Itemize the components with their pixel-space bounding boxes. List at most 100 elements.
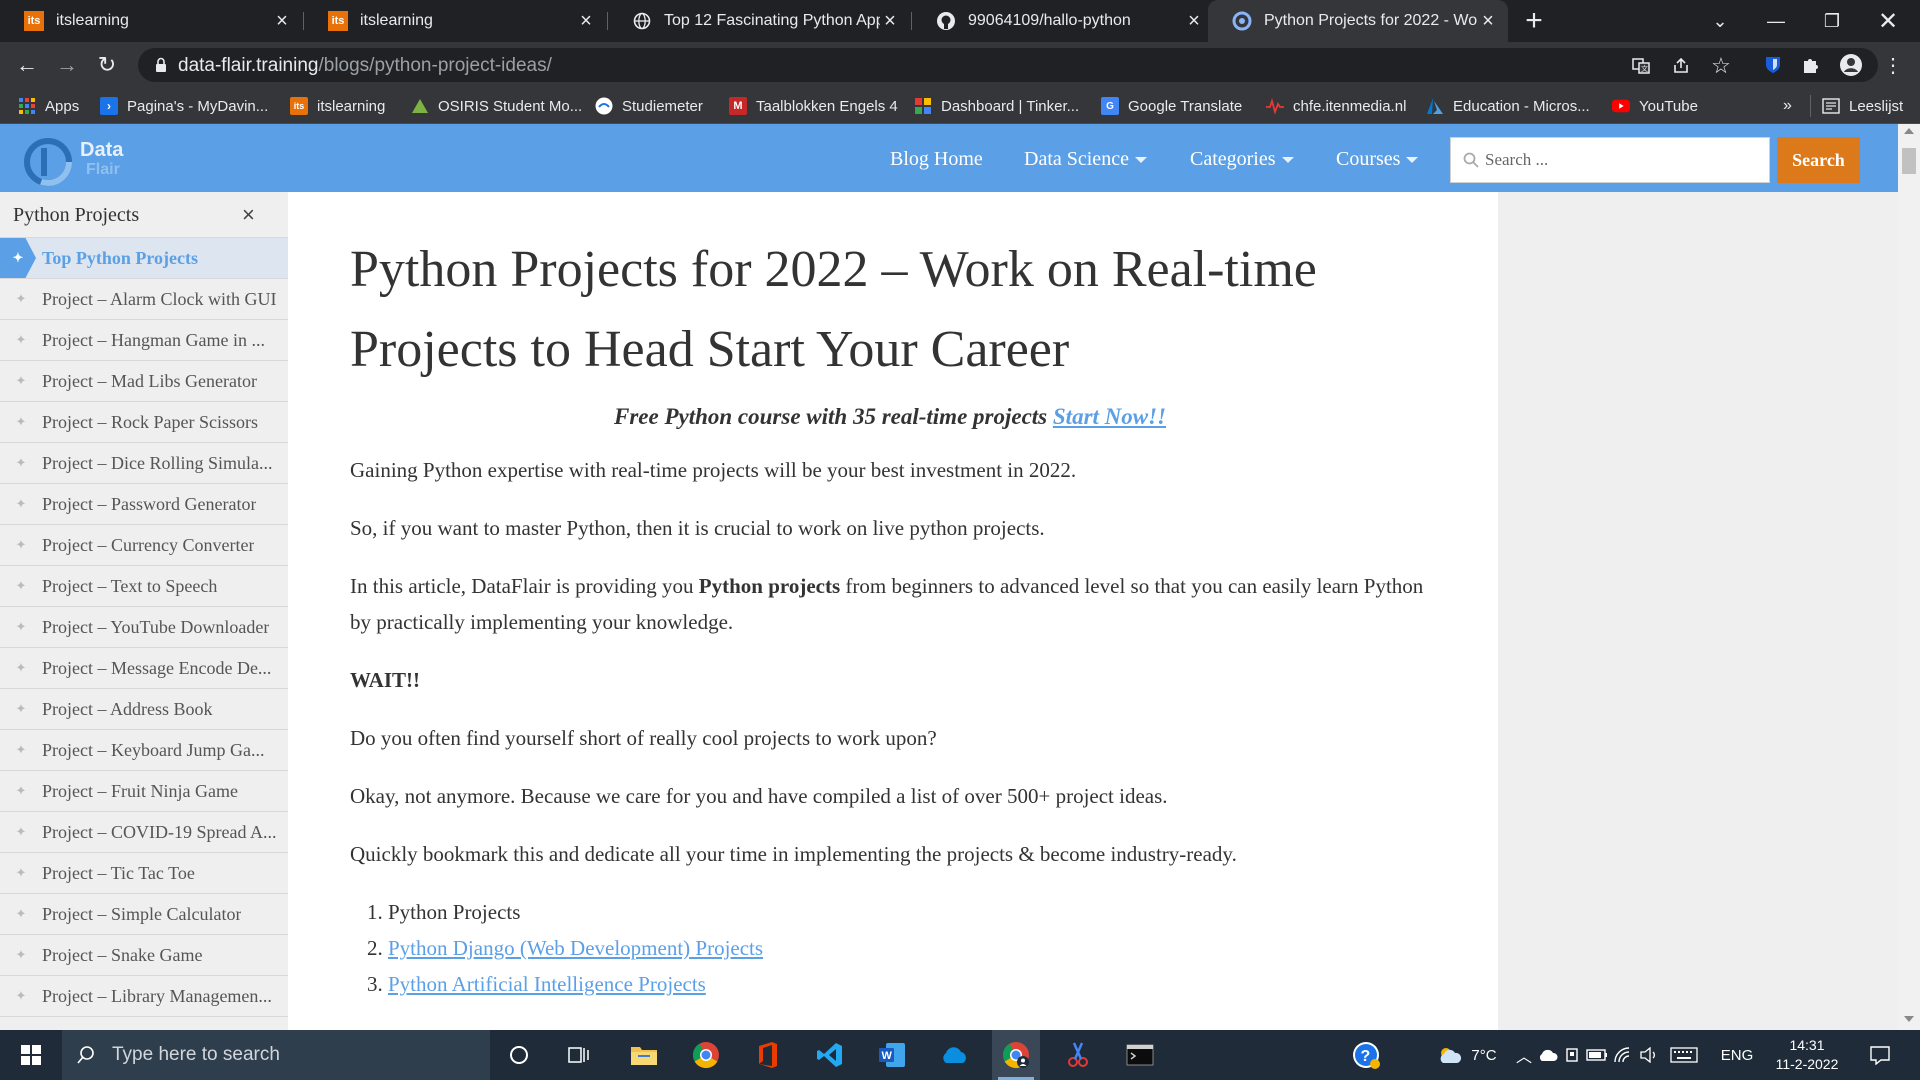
- nav-courses[interactable]: Courses: [1336, 148, 1419, 171]
- browser-tab[interactable]: its itslearning ×: [0, 0, 302, 42]
- close-tab-icon[interactable]: ×: [1184, 10, 1204, 32]
- sidebar-item[interactable]: ✦ Project – Message Encode De...: [0, 648, 288, 689]
- profile-avatar[interactable]: [1836, 50, 1866, 80]
- extensions-puzzle-icon[interactable]: [1796, 50, 1826, 80]
- show-hidden-icons-chevron-icon[interactable]: ︿: [1512, 1030, 1536, 1080]
- nav-blog-home[interactable]: Blog Home: [890, 148, 983, 171]
- close-tab-icon[interactable]: ×: [576, 10, 596, 32]
- taskbar-office[interactable]: [744, 1030, 792, 1080]
- menu-kebab-icon[interactable]: ⋮: [1878, 50, 1908, 80]
- translate-icon[interactable]: 文: [1630, 55, 1652, 77]
- bookmark-mydavinci[interactable]: › Pagina's - MyDavin...: [100, 96, 268, 116]
- forward-button[interactable]: →: [52, 50, 82, 80]
- sidebar-item[interactable]: ✦ Project – Mad Libs Generator: [0, 361, 288, 402]
- sidebar-item[interactable]: ✦ Project – Fruit Ninja Game: [0, 771, 288, 812]
- sidebar-close-icon[interactable]: ×: [242, 202, 255, 228]
- battery-icon[interactable]: [1584, 1030, 1610, 1080]
- bookmark-google-translate[interactable]: G Google Translate: [1101, 96, 1242, 116]
- volume-icon[interactable]: [1636, 1030, 1662, 1080]
- input-language[interactable]: ENG: [1710, 1030, 1764, 1080]
- bookmark-studiemeter[interactable]: Studiemeter: [595, 96, 703, 116]
- reload-button[interactable]: ↻: [92, 50, 122, 80]
- browser-tab[interactable]: Top 12 Fascinating Python Applic ×: [608, 0, 910, 42]
- bookmark-chfe[interactable]: chfe.itenmedia.nl: [1266, 96, 1406, 116]
- site-search-button[interactable]: Search: [1777, 137, 1860, 183]
- bookmark-youtube[interactable]: YouTube: [1612, 96, 1698, 116]
- nav-categories[interactable]: Categories: [1190, 148, 1294, 171]
- address-bar[interactable]: data-flair.training/blogs/python-project…: [138, 48, 1878, 82]
- browser-tab[interactable]: its itslearning ×: [304, 0, 606, 42]
- taskbar-onedrive[interactable]: [930, 1030, 978, 1080]
- close-tab-icon[interactable]: ×: [880, 10, 900, 32]
- page-scrollbar[interactable]: [1898, 124, 1920, 1030]
- sidebar-item[interactable]: ✦ Project – Currency Converter: [0, 525, 288, 566]
- sidebar-item[interactable]: ✦ Project – Dice Rolling Simula...: [0, 443, 288, 484]
- back-button[interactable]: ←: [12, 50, 42, 80]
- taskbar-word[interactable]: W: [868, 1030, 916, 1080]
- weather-widget[interactable]: 7°C: [1424, 1030, 1510, 1080]
- bookmark-education-microsoft[interactable]: Education - Micros...: [1426, 96, 1590, 116]
- promo-start-link[interactable]: Start Now!!: [1053, 404, 1166, 429]
- touch-keyboard-icon[interactable]: [1664, 1030, 1704, 1080]
- notifications-button[interactable]: [1856, 1030, 1904, 1080]
- bookmark-osiris[interactable]: OSIRIS Student Mo...: [411, 96, 582, 116]
- bookmark-taalblokken[interactable]: M Taalblokken Engels 4: [729, 96, 898, 116]
- system-clock[interactable]: 14:31 11-2-2022: [1770, 1036, 1844, 1074]
- taskbar-search-box[interactable]: Type here to search: [62, 1030, 490, 1080]
- scrollbar-thumb[interactable]: [1902, 148, 1916, 174]
- taskbar-chrome[interactable]: [682, 1030, 730, 1080]
- reading-list-button[interactable]: Leeslijst: [1822, 96, 1903, 116]
- taskbar-chrome-profile[interactable]: [992, 1030, 1040, 1080]
- lock-icon[interactable]: [152, 56, 170, 74]
- sidebar-item[interactable]: ✦ Project – COVID-19 Spread A...: [0, 812, 288, 853]
- sidebar-item[interactable]: ✦ Project – Library Managemen...: [0, 976, 288, 1017]
- scroll-up-arrow-icon[interactable]: [1904, 128, 1914, 134]
- site-search-input[interactable]: [1485, 146, 1765, 174]
- cortana-button[interactable]: [496, 1030, 542, 1080]
- sidebar-item[interactable]: ✦ Project – Tic Tac Toe: [0, 853, 288, 894]
- taskbar-snipping-tool[interactable]: [1054, 1030, 1102, 1080]
- sidebar-item[interactable]: ✦ Project – Text to Speech: [0, 566, 288, 607]
- sidebar-item[interactable]: ✦ Project – Simple Calculator: [0, 894, 288, 935]
- scroll-down-arrow-icon[interactable]: [1904, 1016, 1914, 1022]
- task-view-button[interactable]: [556, 1030, 602, 1080]
- taskbar-file-explorer[interactable]: [620, 1030, 668, 1080]
- bookmark-star-icon[interactable]: ☆: [1710, 53, 1732, 78]
- bookmark-apps[interactable]: Apps: [18, 96, 79, 116]
- sidebar-item[interactable]: ✦ Project – Address Book: [0, 689, 288, 730]
- sidebar-item[interactable]: ✦ Project – Rock Paper Scissors: [0, 402, 288, 443]
- taskbar-vscode[interactable]: [806, 1030, 854, 1080]
- dataflair-logo[interactable]: Data Flair: [24, 134, 142, 186]
- share-icon[interactable]: [1670, 55, 1692, 77]
- sidebar-item[interactable]: ✦ Project – Keyboard Jump Ga...: [0, 730, 288, 771]
- nav-data-science[interactable]: Data Science: [1024, 148, 1147, 171]
- onedrive-tray-icon[interactable]: [1536, 1030, 1560, 1080]
- sidebar-item[interactable]: ✦ Project – Hangman Game in ...: [0, 320, 288, 361]
- tab-search-chevron-icon[interactable]: ⌄: [1692, 0, 1748, 42]
- wifi-icon[interactable]: [1610, 1030, 1636, 1080]
- url-text[interactable]: data-flair.training/blogs/python-project…: [178, 55, 552, 77]
- start-button[interactable]: [0, 1030, 62, 1080]
- bookmark-itslearning[interactable]: its itslearning: [290, 96, 385, 116]
- close-window-button[interactable]: ✕: [1860, 0, 1916, 42]
- sidebar-item[interactable]: ✦ Project – Snake Game: [0, 935, 288, 976]
- minimize-button[interactable]: —: [1748, 0, 1804, 42]
- browser-tab[interactable]: 99064109/hallo-python ×: [912, 0, 1214, 42]
- sidebar-item[interactable]: ✦ Project – YouTube Downloader: [0, 607, 288, 648]
- toc-link-django[interactable]: Python Django (Web Development) Projects: [388, 936, 763, 960]
- bookmarks-overflow-button[interactable]: »: [1783, 96, 1792, 116]
- browser-tab-active[interactable]: Python Projects for 2022 - Work o ×: [1208, 0, 1508, 42]
- close-tab-icon[interactable]: ×: [272, 10, 292, 32]
- taskbar-terminal[interactable]: [1116, 1030, 1164, 1080]
- bookmark-tinkercad[interactable]: Dashboard | Tinker...: [914, 96, 1079, 116]
- help-tray-icon[interactable]: ?: [1346, 1030, 1386, 1080]
- sidebar-item[interactable]: ✦ Project – Password Generator: [0, 484, 288, 525]
- new-tab-button[interactable]: +: [1518, 4, 1550, 37]
- sidebar-item[interactable]: ✦ Project – Alarm Clock with GUI: [0, 279, 288, 320]
- restore-button[interactable]: ❐: [1804, 0, 1860, 42]
- toc-link-ai[interactable]: Python Artificial Intelligence Projects: [388, 972, 706, 996]
- bitwarden-icon[interactable]: [1758, 50, 1788, 80]
- device-tray-icon[interactable]: [1560, 1030, 1584, 1080]
- close-tab-icon[interactable]: ×: [1478, 10, 1498, 32]
- sidebar-item-active[interactable]: ✦ Top Python Projects: [0, 238, 288, 279]
